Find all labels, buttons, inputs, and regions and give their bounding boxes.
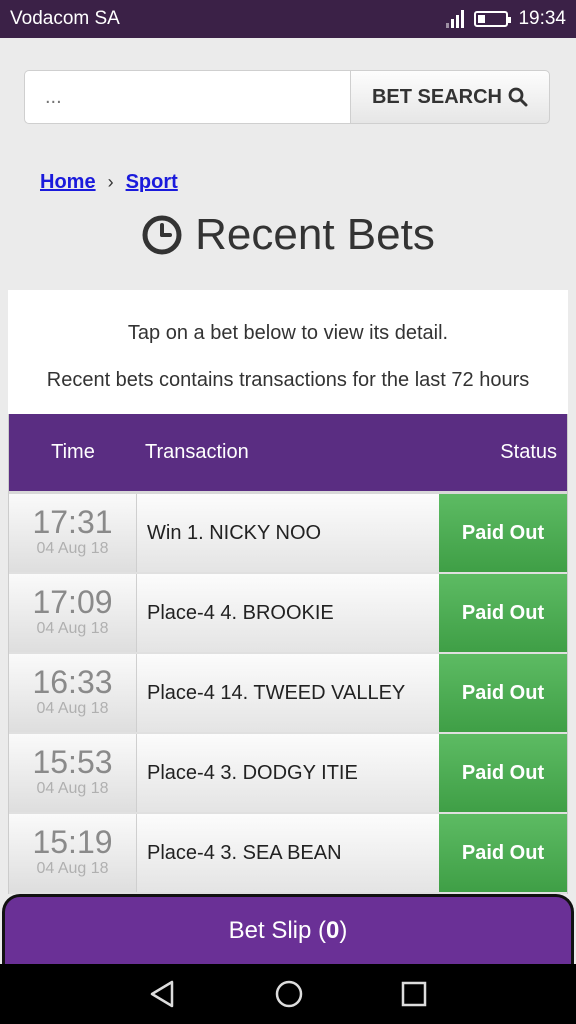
bet-search-bar: BET SEARCH [24, 70, 550, 124]
row-status-badge: Paid Out [439, 654, 567, 732]
row-time-cell: 16:33 04 Aug 18 [9, 654, 137, 732]
status-icons: 19:34 [446, 8, 566, 30]
row-transaction: Place-4 4. BROOKIE [137, 574, 439, 652]
breadcrumb-separator: › [107, 172, 114, 192]
clock-icon [142, 215, 182, 255]
header-transaction: Transaction [145, 441, 249, 463]
info-line-2: Recent bets contains transactions for th… [46, 369, 530, 391]
row-date: 04 Aug 18 [36, 860, 109, 877]
bet-search-input[interactable] [24, 70, 350, 124]
row-status-badge: Paid Out [439, 734, 567, 812]
row-status-badge: Paid Out [439, 574, 567, 652]
page-title-text: Recent Bets [195, 210, 435, 259]
breadcrumb-sport-link[interactable]: Sport [126, 171, 178, 194]
table-row[interactable]: 16:33 04 Aug 18 Place-4 14. TWEED VALLEY… [9, 654, 567, 734]
row-time: 17:09 [32, 584, 113, 620]
status-bar: Vodacom SA 19:34 [0, 0, 576, 38]
row-transaction: Place-4 3. DODGY ITIE [137, 734, 439, 812]
table-row[interactable]: 15:19 04 Aug 18 Place-4 3. SEA BEAN Paid… [9, 814, 567, 894]
breadcrumb: Home › Sport [40, 171, 178, 194]
table-row[interactable]: 17:09 04 Aug 18 Place-4 4. BROOKIE Paid … [9, 574, 567, 654]
row-transaction: Win 1. NICKY NOO [137, 494, 439, 572]
row-date: 04 Aug 18 [36, 620, 109, 637]
bet-slip-count: 0 [326, 916, 340, 944]
table-row[interactable]: 15:53 04 Aug 18 Place-4 3. DODGY ITIE Pa… [9, 734, 567, 814]
search-icon [508, 87, 528, 107]
row-transaction: Place-4 3. SEA BEAN [137, 814, 439, 892]
row-time: 15:53 [32, 744, 113, 780]
carrier-name: Vodacom SA [10, 8, 120, 29]
battery-icon [474, 11, 512, 27]
clock-time: 19:34 [518, 8, 566, 29]
back-icon[interactable] [148, 979, 178, 1009]
header-status: Status [500, 441, 557, 463]
row-status-badge: Paid Out [439, 494, 567, 572]
row-time-cell: 15:19 04 Aug 18 [9, 814, 137, 892]
row-date: 04 Aug 18 [36, 700, 109, 717]
row-time-cell: 15:53 04 Aug 18 [9, 734, 137, 812]
row-time: 15:19 [32, 824, 113, 860]
bet-search-button[interactable]: BET SEARCH [350, 70, 550, 124]
info-box: Tap on a bet below to view its detail. R… [8, 290, 568, 414]
system-nav-bar [0, 964, 576, 1024]
info-line-1: Tap on a bet below to view its detail. [127, 322, 449, 344]
home-icon[interactable] [273, 978, 305, 1010]
table-header: Time Transaction Status [9, 414, 567, 494]
breadcrumb-home-link[interactable]: Home [40, 171, 96, 194]
signal-icon [446, 10, 465, 28]
header-time: Time [51, 441, 95, 463]
row-date: 04 Aug 18 [36, 780, 109, 797]
row-transaction: Place-4 14. TWEED VALLEY [137, 654, 439, 732]
bet-slip-label: Bet Slip [228, 916, 312, 944]
bet-slip-button[interactable]: Bet Slip (0) [2, 894, 574, 964]
row-time: 16:33 [32, 664, 113, 700]
page-title: Recent Bets [0, 210, 576, 260]
row-time: 17:31 [32, 504, 113, 540]
row-time-cell: 17:31 04 Aug 18 [9, 494, 137, 572]
row-date: 04 Aug 18 [36, 540, 109, 557]
table-row[interactable]: 17:31 04 Aug 18 Win 1. NICKY NOO Paid Ou… [9, 494, 567, 574]
row-status-badge: Paid Out [439, 814, 567, 892]
page-content: BET SEARCH Home › Sport Recent Bets Tap … [0, 38, 576, 964]
bet-search-label: BET SEARCH [371, 85, 502, 108]
row-time-cell: 17:09 04 Aug 18 [9, 574, 137, 652]
recents-icon[interactable] [400, 980, 428, 1008]
recent-bets-table: Time Transaction Status 17:31 04 Aug 18 … [8, 414, 568, 894]
